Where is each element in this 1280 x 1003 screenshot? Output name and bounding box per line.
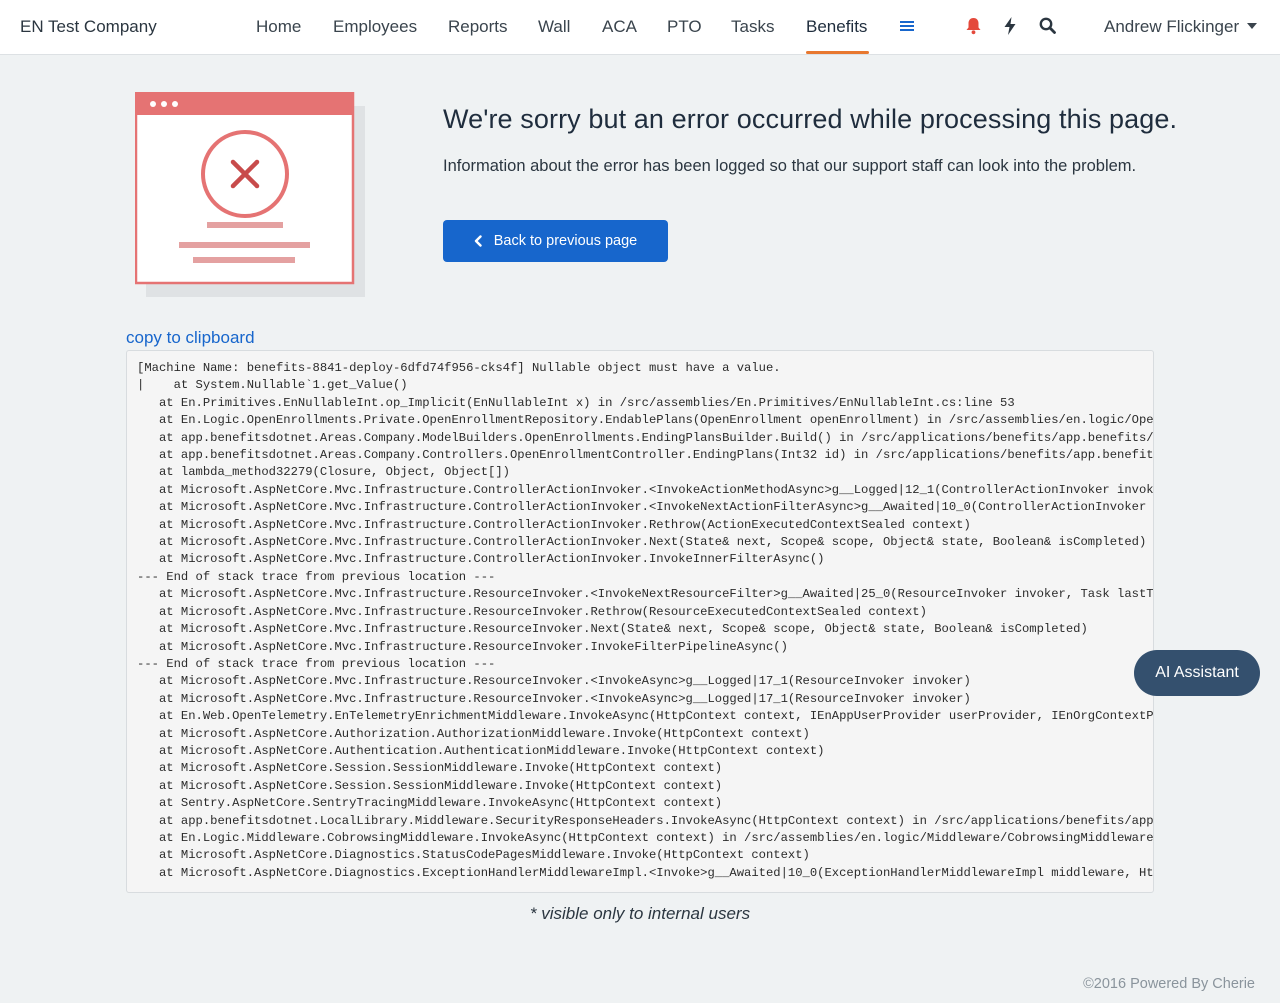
nav-wall[interactable]: Wall [538, 17, 570, 37]
stack-trace-line: at Microsoft.AspNetCore.Authorization.Au… [158, 726, 810, 741]
company-brand[interactable]: EN Test Company [20, 17, 157, 37]
back-button-label: Back to previous page [493, 233, 638, 249]
stack-trace-text: [Machine Name: benefits-8841-deploy-6dfd… [127, 351, 1153, 882]
stack-trace-line: at Microsoft.AspNetCore.Diagnostics.Stat… [158, 848, 810, 863]
nav-pto[interactable]: PTO [667, 17, 702, 37]
stack-trace-line: --- End of stack trace from previous loc… [137, 569, 496, 584]
stack-trace-line: | at System.Nullable`1.get_Value() [137, 378, 408, 393]
error-illustration [134, 91, 367, 298]
top-navbar: EN Test Company Home Employees Reports W… [0, 0, 1280, 55]
stack-trace-line: at Microsoft.AspNetCore.Mvc.Infrastructu… [158, 639, 788, 654]
stack-trace-line: at Microsoft.AspNetCore.Mvc.Infrastructu… [158, 500, 1147, 515]
nav-home[interactable]: Home [256, 17, 301, 37]
back-to-previous-button[interactable]: Back to previous page [443, 220, 668, 262]
error-subtitle: Information about the error has been log… [443, 157, 1137, 175]
error-title: We're sorry but an error occurred while … [443, 104, 1178, 134]
stack-trace-line: --- End of stack trace from previous loc… [137, 656, 496, 671]
stack-trace-line: at app.benefitsdotnet.Areas.Company.Mode… [158, 430, 1153, 445]
stack-trace-line: at Sentry.AspNetCore.SentryTracingMiddle… [158, 796, 723, 811]
stack-trace-line: at Microsoft.AspNetCore.Diagnostics.Exce… [137, 865, 1153, 880]
stack-trace-line: at app.benefitsdotnet.LocalLibrary.Middl… [158, 813, 1153, 828]
nav-reports[interactable]: Reports [448, 17, 508, 37]
stack-trace-line: at Microsoft.AspNetCore.Mvc.Infrastructu… [158, 604, 927, 619]
chevron-left-icon [474, 235, 482, 247]
nav-aca[interactable]: ACA [602, 17, 637, 37]
footer-copyright: ©2016 Powered By Cherie [1083, 976, 1255, 992]
stack-trace-line: at Microsoft.AspNetCore.Mvc.Infrastructu… [158, 691, 971, 706]
stack-trace-line: at Microsoft.AspNetCore.Mvc.Infrastructu… [158, 552, 825, 567]
stack-trace-line: at En.Logic.OpenEnrollments.Private.Open… [158, 413, 1153, 428]
copy-to-clipboard-link[interactable]: copy to clipboard [126, 328, 255, 348]
nav-benefits[interactable]: Benefits [806, 17, 867, 37]
stack-trace-line: at En.Web.OpenTelemetry.EnTelemetryEnric… [158, 709, 1153, 724]
stack-trace-line: at Microsoft.AspNetCore.Mvc.Infrastructu… [158, 482, 1153, 497]
stack-trace-line: at En.Primitives.EnNullableInt.op_Implic… [158, 395, 1015, 410]
search-icon[interactable] [1039, 17, 1056, 39]
nav-tasks[interactable]: Tasks [731, 17, 774, 37]
lightning-icon[interactable] [1003, 17, 1017, 40]
stack-trace-line: [Machine Name: benefits-8841-deploy-6dfd… [137, 361, 781, 375]
stack-trace-line: at Microsoft.AspNetCore.Mvc.Infrastructu… [158, 535, 1147, 550]
internal-users-note: * visible only to internal users [529, 904, 751, 923]
stack-trace-line: at En.Logic.Middleware.CobrowsingMiddlew… [158, 830, 1153, 845]
stack-trace-line: at Microsoft.AspNetCore.Session.SessionM… [158, 778, 723, 793]
stack-trace-line: at lambda_method32279(Closure, Object, O… [158, 465, 510, 480]
stack-trace-line: at Microsoft.AspNetCore.Mvc.Infrastructu… [158, 517, 971, 532]
ai-assistant-button[interactable]: AI Assistant [1134, 650, 1260, 696]
stack-trace-line: at Microsoft.AspNetCore.Authentication.A… [158, 743, 825, 758]
bell-icon[interactable] [965, 17, 982, 40]
user-name: Andrew Flickinger [1104, 17, 1240, 36]
stack-trace-line: at Microsoft.AspNetCore.Session.SessionM… [158, 761, 723, 776]
active-tab-indicator [806, 51, 869, 54]
stack-trace-line: at app.benefitsdotnet.Areas.Company.Cont… [158, 448, 1153, 463]
stack-trace-line: at Microsoft.AspNetCore.Mvc.Infrastructu… [158, 674, 971, 689]
stack-trace-line: at Microsoft.AspNetCore.Mvc.Infrastructu… [158, 587, 1153, 602]
stack-trace-box[interactable]: [Machine Name: benefits-8841-deploy-6dfd… [126, 350, 1154, 893]
stack-trace-line: at Microsoft.AspNetCore.Mvc.Infrastructu… [158, 622, 1088, 637]
nav-employees[interactable]: Employees [333, 17, 417, 37]
chevron-down-icon [1247, 22, 1258, 29]
user-menu[interactable]: Andrew Flickinger [1104, 17, 1258, 37]
error-window-icon [134, 91, 365, 297]
menu-icon[interactable] [900, 19, 914, 38]
